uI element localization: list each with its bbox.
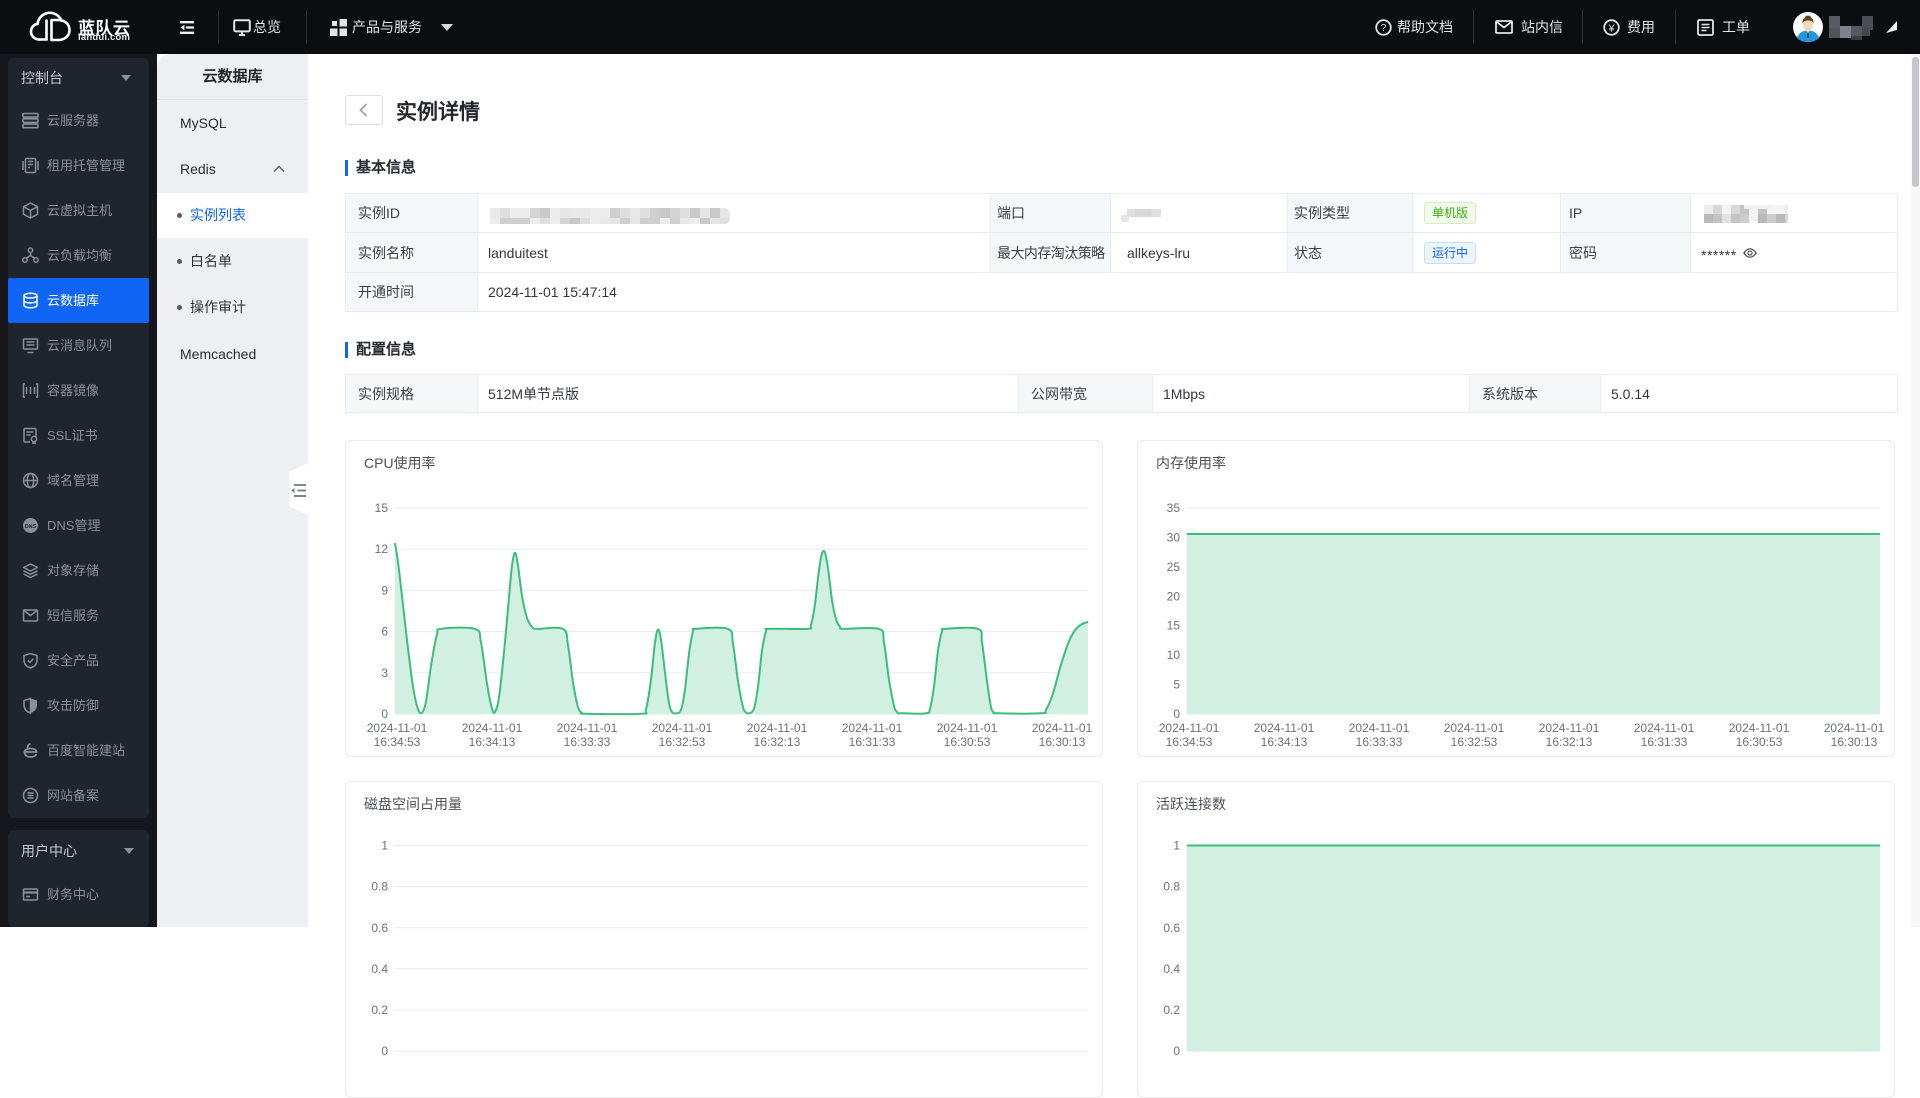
svg-text:0.2: 0.2 — [1163, 1003, 1180, 1017]
svg-text:35: 35 — [1167, 501, 1181, 515]
svg-text:25: 25 — [1167, 560, 1181, 574]
svg-text:0.2: 0.2 — [371, 1003, 388, 1017]
svg-text:16:30:13: 16:30:13 — [1039, 735, 1086, 749]
svg-text:2024-11-01: 2024-11-01 — [367, 721, 428, 735]
svg-text:2024-11-01: 2024-11-01 — [1444, 721, 1505, 735]
svg-text:1: 1 — [381, 839, 388, 853]
svg-text:15: 15 — [375, 501, 389, 515]
svg-text:16:34:13: 16:34:13 — [1261, 735, 1308, 749]
svg-text:16:32:53: 16:32:53 — [659, 735, 706, 749]
svg-text:16:32:53: 16:32:53 — [1451, 735, 1498, 749]
svg-text:16:34:13: 16:34:13 — [469, 735, 516, 749]
svg-text:2024-11-01: 2024-11-01 — [1824, 721, 1885, 735]
svg-text:12: 12 — [375, 542, 389, 556]
svg-text:6: 6 — [381, 625, 388, 639]
svg-text:?: ? — [1381, 23, 1387, 34]
svg-text:2024-11-01: 2024-11-01 — [1349, 721, 1410, 735]
svg-text:2024-11-01: 2024-11-01 — [652, 721, 713, 735]
svg-text:0.4: 0.4 — [371, 962, 388, 976]
svg-text:2024-11-01: 2024-11-01 — [1634, 721, 1695, 735]
svg-text:16:34:53: 16:34:53 — [1166, 735, 1213, 749]
svg-text:0: 0 — [381, 1044, 388, 1058]
svg-text:16:30:13: 16:30:13 — [1831, 735, 1878, 749]
svg-text:15: 15 — [1167, 619, 1181, 633]
svg-text:0.8: 0.8 — [371, 880, 388, 894]
svg-text:0.6: 0.6 — [371, 921, 388, 935]
svg-text:20: 20 — [1167, 589, 1181, 603]
svg-text:1: 1 — [1173, 839, 1180, 853]
svg-text:10: 10 — [1167, 648, 1181, 662]
svg-text:0.8: 0.8 — [1163, 880, 1180, 894]
svg-text:16:32:13: 16:32:13 — [754, 735, 801, 749]
svg-text:0: 0 — [1173, 707, 1180, 721]
svg-text:2024-11-01: 2024-11-01 — [842, 721, 903, 735]
svg-text:16:30:53: 16:30:53 — [944, 735, 991, 749]
svg-text:5: 5 — [1173, 678, 1180, 692]
svg-text:16:34:53: 16:34:53 — [374, 735, 421, 749]
svg-text:3: 3 — [381, 666, 388, 680]
svg-text:2024-11-01: 2024-11-01 — [1254, 721, 1315, 735]
svg-text:¥: ¥ — [1608, 22, 1615, 34]
svg-text:2024-11-01: 2024-11-01 — [1729, 721, 1790, 735]
svg-text:16:32:13: 16:32:13 — [1546, 735, 1593, 749]
svg-text:16:30:53: 16:30:53 — [1736, 735, 1783, 749]
svg-text:16:33:33: 16:33:33 — [1356, 735, 1403, 749]
svg-text:9: 9 — [381, 583, 388, 597]
svg-text:16:33:33: 16:33:33 — [564, 735, 611, 749]
svg-text:0.4: 0.4 — [1163, 962, 1180, 976]
svg-text:0: 0 — [1173, 1044, 1180, 1058]
svg-text:2024-11-01: 2024-11-01 — [937, 721, 998, 735]
svg-text:16:31:33: 16:31:33 — [1641, 735, 1688, 749]
svg-text:16:31:33: 16:31:33 — [849, 735, 896, 749]
svg-text:30: 30 — [1167, 530, 1181, 544]
svg-text:0.6: 0.6 — [1163, 921, 1180, 935]
svg-text:2024-11-01: 2024-11-01 — [1159, 721, 1220, 735]
svg-text:2024-11-01: 2024-11-01 — [1539, 721, 1600, 735]
svg-text:2024-11-01: 2024-11-01 — [747, 721, 808, 735]
svg-text:2024-11-01: 2024-11-01 — [1032, 721, 1093, 735]
svg-text:2024-11-01: 2024-11-01 — [557, 721, 618, 735]
svg-text:0: 0 — [381, 707, 388, 721]
svg-text:DNS: DNS — [25, 524, 37, 530]
svg-text:2024-11-01: 2024-11-01 — [462, 721, 523, 735]
